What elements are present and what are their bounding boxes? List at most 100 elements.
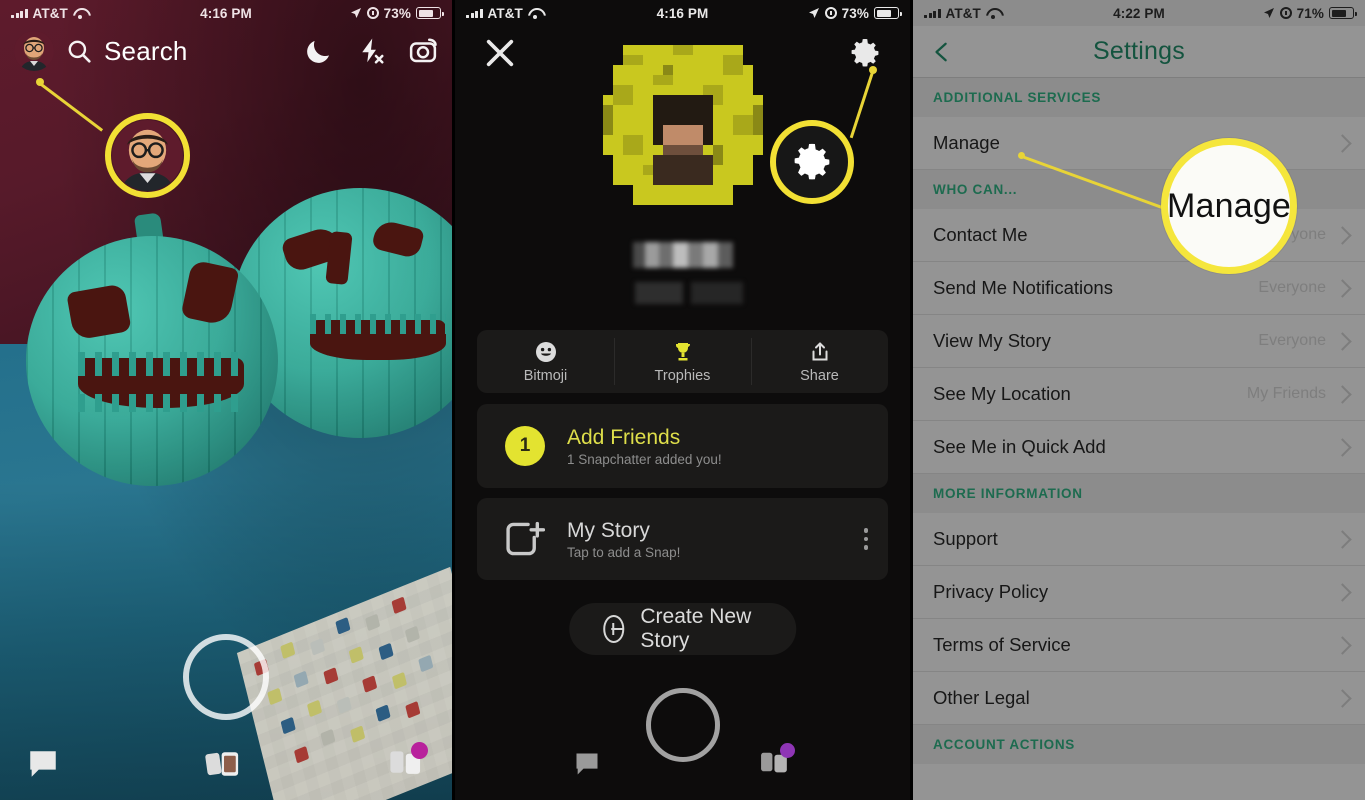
- bitmoji-face-icon: [535, 341, 556, 362]
- camera-header-actions: [304, 36, 438, 66]
- camera-header: Search: [0, 26, 452, 76]
- status-right: 73%: [350, 5, 444, 21]
- alarm-icon: [366, 7, 379, 19]
- settings-row-partial[interactable]: [913, 764, 1365, 800]
- bitmoji-avatar-icon: [14, 31, 54, 71]
- moon-icon[interactable]: [304, 36, 334, 66]
- stories-nav-item[interactable]: [388, 741, 428, 784]
- my-story-subtitle: Tap to add a Snap!: [567, 544, 681, 560]
- battery-percent-label: 73%: [383, 5, 411, 21]
- settings-row-view-my-story[interactable]: View My Story Everyone: [913, 315, 1365, 368]
- my-story-title: My Story: [567, 518, 650, 542]
- callout-bitmoji-avatar[interactable]: [112, 120, 183, 191]
- settings-row-send-me-notifications[interactable]: Send Me Notifications Everyone: [913, 262, 1365, 315]
- bitmoji-action[interactable]: Bitmoji: [477, 330, 614, 393]
- my-story-row[interactable]: My Story Tap to add a Snap!: [477, 498, 888, 580]
- trophies-label: Trophies: [654, 367, 711, 384]
- alarm-icon: [1279, 7, 1292, 19]
- bitmoji-label: Bitmoji: [523, 367, 568, 384]
- my-story-text: My Story Tap to add a Snap!: [567, 519, 680, 560]
- bottom-nav-profile: [455, 728, 910, 800]
- chevron-right-icon: [1333, 225, 1352, 245]
- close-icon[interactable]: [483, 36, 517, 70]
- section-header: MORE INFORMATION: [933, 486, 1083, 501]
- settings-navbar: Settings: [913, 26, 1365, 78]
- add-friends-title: Add Friends: [567, 425, 681, 449]
- chevron-right-icon: [1333, 331, 1352, 351]
- battery-icon: [1329, 7, 1357, 19]
- profile-header: [455, 26, 910, 96]
- capture-button[interactable]: [183, 634, 269, 720]
- row-value: Everyone: [1258, 332, 1326, 349]
- bitmoji-avatar-button[interactable]: [14, 31, 54, 71]
- share-icon: [812, 342, 827, 360]
- gear-icon-magnified: [794, 143, 830, 180]
- row-label: Manage: [933, 132, 1000, 153]
- location-arrow-icon: [1263, 8, 1274, 18]
- settings-row-terms-of-service[interactable]: Terms of Service: [913, 619, 1365, 672]
- add-friends-row[interactable]: 1 Add Friends 1 Snapchatter added you!: [477, 404, 888, 488]
- profile-substat-1-blurred: [634, 282, 683, 304]
- location-arrow-icon: [350, 8, 361, 18]
- camera-flip-icon[interactable]: [408, 36, 438, 66]
- chevron-right-icon: [1333, 133, 1352, 153]
- add-friends-badge: 1: [505, 426, 545, 466]
- battery-percent-label: 73%: [841, 5, 869, 21]
- chevron-right-icon: [1333, 688, 1352, 708]
- share-action[interactable]: Share: [751, 330, 888, 393]
- row-value: Everyone: [1258, 279, 1326, 296]
- row-label: Other Legal: [933, 687, 1030, 708]
- kebab-menu-icon[interactable]: [863, 528, 868, 550]
- search-bar[interactable]: Search: [66, 36, 292, 67]
- row-label: Privacy Policy: [933, 581, 1049, 602]
- callout-magnifier-manage[interactable]: Manage: [1161, 138, 1297, 274]
- panel-camera: AT&T 4:16 PM 73% Search: [0, 0, 452, 800]
- row-label: Send Me Notifications: [933, 277, 1113, 298]
- flash-off-icon[interactable]: [356, 36, 386, 66]
- settings-row-other-legal[interactable]: Other Legal: [913, 672, 1365, 725]
- settings-row-privacy-policy[interactable]: Privacy Policy: [913, 566, 1365, 619]
- settings-row-see-my-location[interactable]: See My Location My Friends: [913, 368, 1365, 421]
- gear-icon[interactable]: [848, 36, 882, 70]
- username-blurred: [632, 242, 733, 268]
- settings-row-support[interactable]: Support: [913, 513, 1365, 566]
- add-friends-text: Add Friends 1 Snapchatter added you!: [567, 426, 722, 467]
- status-right: 73%: [808, 5, 902, 21]
- panel-profile: AT&T 4:16 PM 73% Bitmoji Trophies Share …: [455, 0, 910, 800]
- section-header: WHO CAN...: [933, 182, 1018, 197]
- plus-circle-icon: [602, 615, 625, 643]
- chat-icon[interactable]: [26, 747, 60, 781]
- row-label: Support: [933, 528, 998, 549]
- chevron-right-icon: [1333, 529, 1352, 549]
- settings-row-manage[interactable]: Manage: [913, 117, 1365, 170]
- stories-nav-item[interactable]: [759, 742, 795, 784]
- callout-ring-gear[interactable]: [770, 120, 854, 204]
- memories-icon[interactable]: [204, 747, 244, 781]
- row-label: See Me in Quick Add: [933, 436, 1106, 457]
- chevron-right-icon: [1333, 635, 1352, 655]
- section-header: ACCOUNT ACTIONS: [933, 737, 1075, 752]
- battery-icon: [416, 7, 444, 19]
- chevron-right-icon: [1333, 384, 1352, 404]
- section-header: ADDITIONAL SERVICES: [933, 90, 1102, 105]
- status-bar-camera: AT&T 4:16 PM 73%: [0, 0, 452, 26]
- settings-row-contact-me[interactable]: Contact Me Everyone: [913, 209, 1365, 262]
- chevron-right-icon: [1333, 582, 1352, 602]
- add-friends-subtitle: 1 Snapchatter added you!: [567, 451, 722, 467]
- settings-row-see-me-in-quick-add[interactable]: See Me in Quick Add: [913, 421, 1365, 474]
- chat-icon[interactable]: [573, 747, 601, 781]
- location-arrow-icon: [808, 8, 819, 18]
- page-title: Settings: [1093, 37, 1185, 65]
- battery-icon: [874, 7, 902, 19]
- row-label: See My Location: [933, 383, 1071, 404]
- row-label: Contact Me: [933, 224, 1028, 245]
- create-new-story-button[interactable]: Create New Story: [568, 603, 797, 655]
- back-chevron-icon[interactable]: [931, 41, 953, 63]
- add-story-icon: [506, 521, 545, 556]
- create-new-story-label: Create New Story: [640, 605, 752, 652]
- bottom-nav-camera: [0, 728, 452, 800]
- trophies-action[interactable]: Trophies: [614, 330, 751, 393]
- chevron-right-icon: [1333, 278, 1352, 298]
- bitmoji-avatar-large-icon: [112, 120, 183, 191]
- status-bar-settings: AT&T 4:22 PM 71%: [913, 0, 1365, 26]
